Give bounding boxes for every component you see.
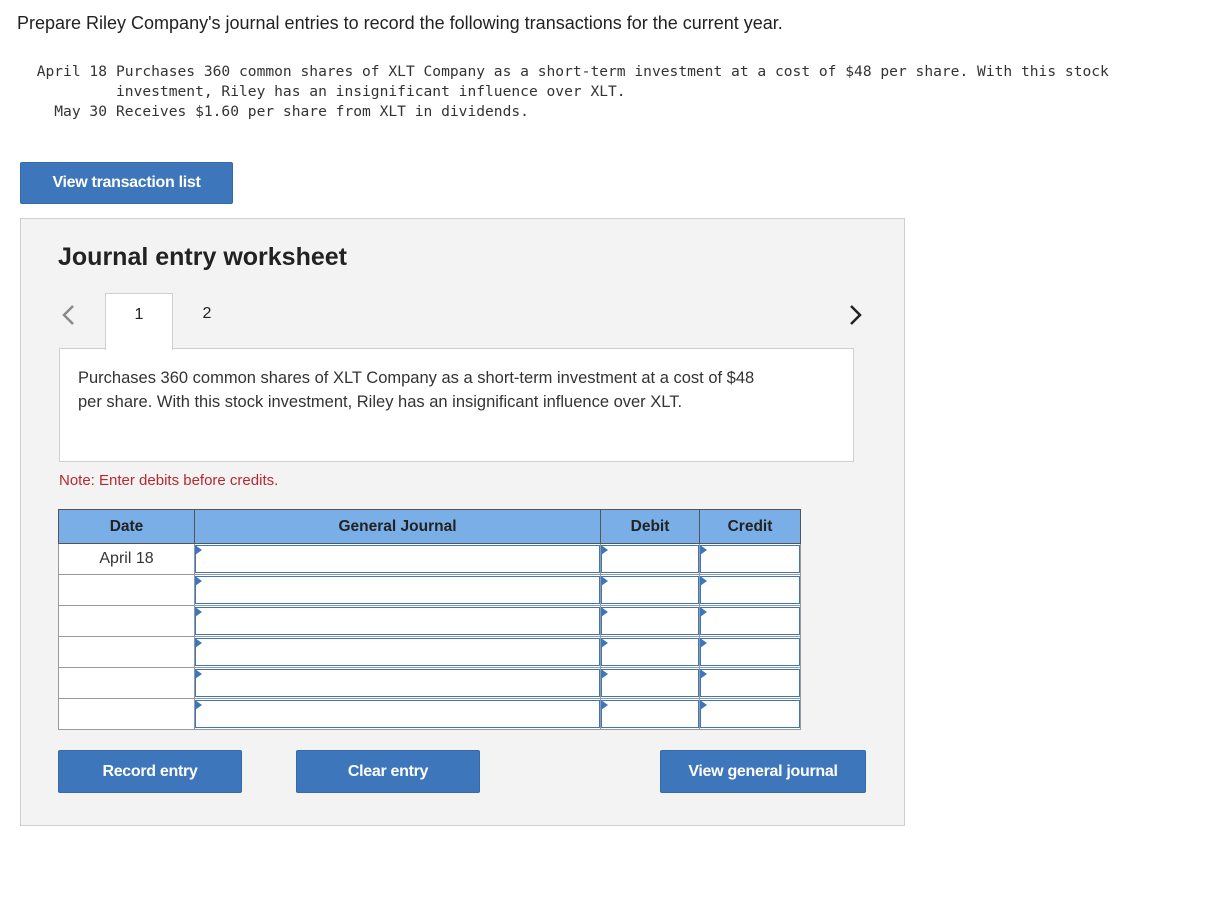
table-row [58,605,801,637]
debit-cell [600,698,700,730]
account-input[interactable] [195,545,600,573]
table-header-row: Date General Journal Debit Credit [58,509,801,544]
debit-input[interactable] [601,545,699,573]
debits-note: Note: Enter debits before credits. [59,472,279,489]
table-row [58,667,801,699]
credit-cell [699,543,801,575]
record-entry-button[interactable]: Record entry [58,750,242,793]
credit-cell [699,605,801,637]
debit-input[interactable] [601,669,699,697]
transaction-description: Purchases 360 common shares of XLT Compa… [59,348,854,462]
transaction-item: April 18 Purchases 360 common shares of … [17,62,1192,102]
chevron-right-icon[interactable] [847,301,863,329]
view-general-journal-button[interactable]: View general journal [660,750,866,793]
account-cell [194,543,601,575]
credit-cell [699,698,801,730]
debit-input[interactable] [601,638,699,666]
debit-input[interactable] [601,700,699,728]
account-cell [194,574,601,606]
account-input[interactable] [195,669,600,697]
date-cell[interactable] [58,667,195,699]
credit-cell [699,667,801,699]
debit-cell [600,636,700,668]
journal-table: Date General Journal Debit Credit April … [58,509,801,730]
account-input[interactable] [195,607,600,635]
tab-2[interactable]: 2 [173,293,241,349]
tab-label: 1 [134,306,144,323]
date-cell[interactable] [58,574,195,606]
credit-header: Credit [699,509,801,544]
account-input[interactable] [195,700,600,728]
credit-input[interactable] [700,545,800,573]
credit-cell [699,636,801,668]
general-journal-header: General Journal [194,509,601,544]
transaction-date: April 18 [36,63,107,80]
date-cell: April 18 [58,543,195,575]
debit-header: Debit [600,509,700,544]
table-row [58,698,801,730]
account-input[interactable] [195,576,600,604]
credit-input[interactable] [700,576,800,604]
table-row: April 18 [58,543,801,575]
transaction-date: May 30 [36,103,107,120]
account-cell [194,667,601,699]
account-cell [194,605,601,637]
debit-input[interactable] [601,607,699,635]
transaction-item: May 30 Receives $1.60 per share from XLT… [17,102,1192,122]
transaction-text: Receives $1.60 per share from XLT in div… [116,103,529,120]
debit-input[interactable] [601,576,699,604]
chevron-left-icon[interactable] [61,301,77,329]
account-cell [194,636,601,668]
tab-1[interactable]: 1 [105,293,173,350]
credit-cell [699,574,801,606]
date-cell[interactable] [58,636,195,668]
debit-cell [600,667,700,699]
credit-input[interactable] [700,638,800,666]
clear-entry-button[interactable]: Clear entry [296,750,480,793]
table-row [58,574,801,606]
debit-cell [600,605,700,637]
credit-input[interactable] [700,700,800,728]
credit-input[interactable] [700,607,800,635]
tab-label: 2 [202,305,212,322]
transaction-list: April 18 Purchases 360 common shares of … [17,62,1192,122]
description-text: Purchases 360 common shares of XLT Compa… [78,369,755,411]
transaction-text: Purchases 360 common shares of XLT Compa… [116,63,1109,100]
journal-entry-worksheet: Journal entry worksheet 1 2 Purchases 36… [20,218,905,826]
instructions-text: Prepare Riley Company's journal entries … [17,13,783,33]
table-row [58,636,801,668]
credit-input[interactable] [700,669,800,697]
date-header: Date [58,509,195,544]
account-cell [194,698,601,730]
view-transaction-list-button[interactable]: View transaction list [20,162,233,204]
date-cell[interactable] [58,698,195,730]
account-input[interactable] [195,638,600,666]
debit-cell [600,543,700,575]
worksheet-title: Journal entry worksheet [58,243,347,271]
debit-cell [600,574,700,606]
date-cell[interactable] [58,605,195,637]
